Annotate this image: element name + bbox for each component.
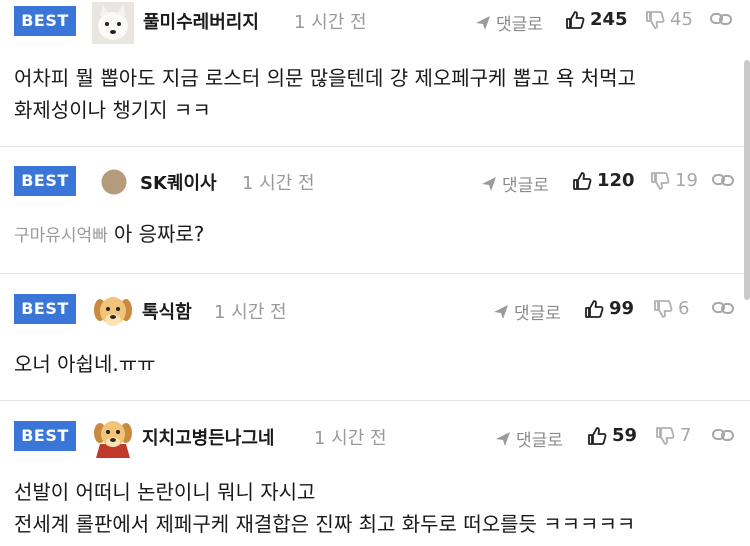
send-icon	[496, 431, 510, 446]
thumbs-down-icon	[654, 299, 673, 318]
best-badge: BEST	[14, 6, 76, 36]
nickname[interactable]: SK퀘이사	[140, 169, 217, 195]
like-count: 120	[597, 170, 635, 191]
best-badge: BEST	[14, 294, 76, 324]
like-button[interactable]: 120	[572, 170, 635, 191]
mentioned-user[interactable]: 구마유시억빠	[14, 226, 108, 246]
reply-button[interactable]: 댓글로	[480, 171, 549, 196]
dislike-count: 7	[680, 425, 692, 446]
like-button[interactable]: 99	[584, 298, 634, 319]
comment-text: 어차피 뭘 뽑아도 지금 로스터 의문 많을텐데 걍 제오페구케 뽑고 욕 처먹…	[14, 62, 636, 126]
dislike-count: 19	[675, 170, 698, 191]
timestamp: 1 시간 전	[242, 173, 315, 194]
share-link-button[interactable]	[712, 170, 734, 190]
link-icon	[710, 13, 732, 25]
divider	[0, 146, 750, 147]
comment-line: 선발이 어떠니 논란이니 뭐니 자시고	[14, 480, 316, 504]
scrollbar[interactable]	[744, 60, 750, 300]
dislike-count: 45	[670, 9, 693, 30]
thumbs-down-icon	[656, 426, 675, 445]
timestamp: 1 시간 전	[214, 302, 287, 323]
comment-text: 오너 아쉽네.ㅠㅠ	[14, 348, 156, 380]
like-button[interactable]: 59	[587, 425, 637, 446]
thumbs-up-icon	[566, 10, 585, 29]
best-badge: BEST	[14, 421, 76, 451]
link-icon	[712, 174, 734, 186]
divider	[0, 273, 750, 274]
comment-line: 어차피 뭘 뽑아도 지금 로스터 의문 많을텐데 걍 제오페구케 뽑고 욕 처먹…	[14, 66, 636, 90]
avatar[interactable]	[92, 290, 134, 332]
reply-label: 댓글로	[496, 15, 543, 35]
comment-text: 구마유시억빠 아 응짜로?	[14, 218, 204, 252]
dislike-count: 6	[678, 298, 690, 319]
like-button[interactable]: 245	[565, 9, 628, 30]
nickname[interactable]: 톡식함	[142, 298, 192, 324]
comment-line: 화제성이나 챙기지 ㅋㅋ	[14, 98, 211, 122]
timestamp: 1 시간 전	[314, 428, 387, 449]
reply-button[interactable]: 댓글로	[494, 426, 563, 451]
nickname[interactable]: 풀미수레버리지	[143, 8, 259, 34]
comment-line: 전세계 롤판에서 제페구케 재결합은 진짜 최고 화두로 떠오를듯 ㅋㅋㅋㅋㅋ	[14, 512, 636, 536]
like-count: 59	[612, 425, 638, 446]
like-count: 245	[590, 9, 628, 30]
divider	[0, 400, 750, 401]
send-icon	[476, 15, 490, 30]
dislike-button[interactable]: 6	[653, 298, 689, 319]
thumbs-up-icon	[585, 299, 604, 318]
timestamp: 1 시간 전	[294, 12, 367, 33]
comment-text: 선발이 어떠니 논란이니 뭐니 자시고 전세계 롤판에서 제페구케 재결합은 진…	[14, 476, 635, 540]
dislike-button[interactable]: 7	[655, 425, 691, 446]
best-badge: BEST	[14, 166, 76, 196]
reply-button[interactable]: 댓글로	[492, 299, 561, 324]
like-count: 99	[609, 298, 635, 319]
reply-label: 댓글로	[502, 176, 549, 196]
dislike-button[interactable]: 19	[650, 170, 698, 191]
share-link-button[interactable]	[712, 298, 734, 318]
send-icon	[494, 304, 508, 319]
reply-label: 댓글로	[516, 431, 563, 451]
nickname[interactable]: 지치고병든나그네	[142, 424, 274, 450]
thumbs-down-icon	[651, 171, 670, 190]
comment-line: 오너 아쉽네.ㅠㅠ	[14, 352, 156, 376]
thumbs-down-icon	[646, 10, 665, 29]
send-icon	[482, 176, 496, 191]
reply-button[interactable]: 댓글로	[474, 10, 543, 35]
thumbs-up-icon	[573, 171, 592, 190]
avatar[interactable]	[101, 169, 127, 195]
dislike-button[interactable]: 45	[645, 9, 693, 30]
thumbs-up-icon	[588, 426, 607, 445]
link-icon	[712, 302, 734, 314]
avatar[interactable]	[92, 2, 134, 44]
link-icon	[712, 429, 734, 441]
share-link-button[interactable]	[710, 9, 732, 29]
reply-label: 댓글로	[514, 304, 561, 324]
comment-line: 아 응짜로?	[113, 222, 205, 246]
avatar[interactable]	[92, 416, 134, 458]
share-link-button[interactable]	[712, 425, 734, 445]
